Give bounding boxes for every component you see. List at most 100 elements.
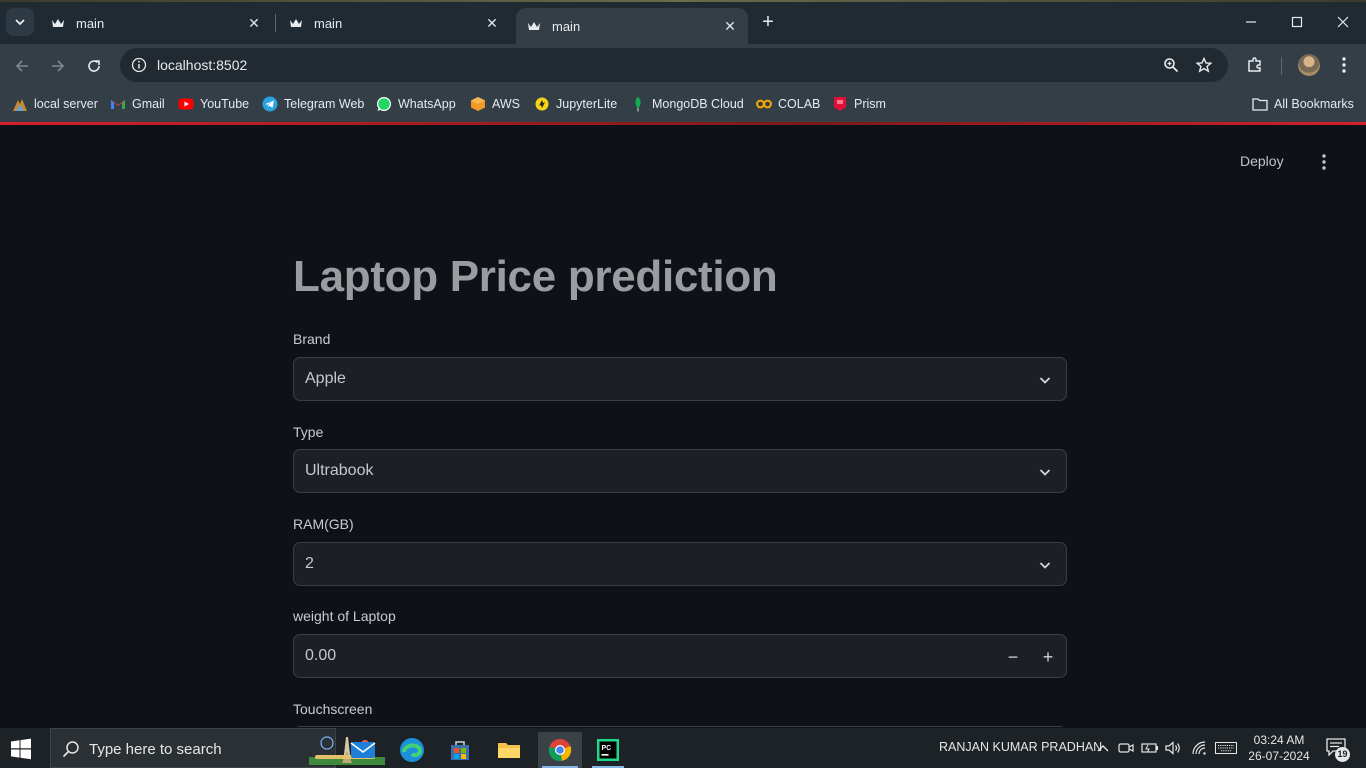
all-bookmarks-button[interactable]: All Bookmarks	[1252, 94, 1354, 114]
taskbar-pycharm-app[interactable]: PC	[588, 732, 628, 768]
store-icon	[451, 741, 469, 760]
taskbar-mail-app[interactable]	[343, 732, 383, 768]
bookmark-label: Gmail	[132, 97, 165, 111]
site-info-icon[interactable]	[128, 54, 150, 76]
svg-text:PC: PC	[602, 745, 612, 752]
bookmark-aws[interactable]: AWS	[470, 94, 520, 114]
reload-button[interactable]	[80, 52, 108, 80]
bookmark-label: AWS	[492, 97, 521, 111]
extensions-icon[interactable]	[1242, 52, 1268, 78]
bookmarks-bar: local server Gmail YouTube Telegram Web …	[0, 86, 1366, 122]
ram-value: 2	[305, 555, 314, 572]
touchscreen-label: Touchscreen	[293, 701, 373, 717]
brand-select[interactable]: Apple	[293, 357, 1067, 401]
close-tab-icon[interactable]: ✕	[244, 13, 264, 33]
bookmark-youtube[interactable]: YouTube	[178, 94, 249, 114]
bookmark-whatsapp[interactable]: WhatsApp	[376, 94, 456, 114]
taskbar-clock[interactable]: 03:24 AM 26-07-2024	[1244, 732, 1314, 764]
colab-icon	[756, 96, 772, 112]
chevron-down-icon	[1039, 469, 1051, 476]
type-select[interactable]: Ultrabook	[293, 449, 1067, 493]
prism-icon	[832, 96, 848, 112]
local-server-icon	[12, 96, 28, 112]
url-text: localhost:8502	[157, 57, 248, 73]
taskbar-chrome-app[interactable]	[538, 732, 582, 768]
show-hidden-icons-chevron-up-icon[interactable]	[1094, 739, 1112, 757]
youtube-icon	[178, 96, 194, 112]
close-icon	[1337, 16, 1349, 28]
bookmark-prism[interactable]: Prism	[832, 94, 886, 114]
type-label: Type	[293, 424, 324, 440]
bookmark-gmail[interactable]: Gmail	[110, 94, 165, 114]
decrement-button[interactable]: −	[1003, 647, 1023, 667]
taskbar-file-explorer-app[interactable]	[489, 732, 529, 768]
app-menu-icon[interactable]	[1313, 151, 1335, 173]
profile-avatar[interactable]	[1298, 54, 1320, 76]
bookmark-label: local server	[34, 97, 98, 111]
touchscreen-select[interactable]	[293, 726, 1067, 727]
maximize-button[interactable]	[1274, 8, 1320, 36]
search-icon	[62, 741, 79, 758]
taskbar-edge-app[interactable]	[392, 732, 432, 768]
taskbar-search[interactable]: Type here to search	[50, 728, 385, 768]
close-window-button[interactable]	[1320, 8, 1366, 36]
bookmark-local-server[interactable]: local server	[12, 94, 98, 114]
mongodb-icon	[630, 96, 646, 112]
battery-icon[interactable]	[1141, 739, 1159, 757]
new-tab-button[interactable]: +	[756, 10, 780, 34]
ram-select[interactable]: 2	[293, 542, 1067, 586]
volume-icon[interactable]	[1165, 739, 1183, 757]
minimize-icon	[1246, 21, 1256, 23]
deploy-button[interactable]: Deploy	[1240, 153, 1284, 169]
tab-3-active[interactable]: main ✕	[516, 8, 748, 44]
notification-count-badge: 19	[1335, 747, 1350, 762]
jupyterlite-icon	[534, 96, 550, 112]
bookmark-star-icon[interactable]	[1193, 54, 1215, 76]
forward-button[interactable]	[44, 52, 72, 80]
chevron-down-icon	[1039, 562, 1051, 569]
maximize-icon	[1291, 16, 1303, 28]
notification-center-button[interactable]: 19	[1326, 738, 1350, 762]
chrome-icon	[548, 739, 572, 762]
address-bar[interactable]: localhost:8502	[120, 48, 1228, 82]
weight-number-input[interactable]: 0.00 − +	[293, 634, 1067, 678]
taskbar-store-app[interactable]	[440, 732, 480, 768]
weight-value[interactable]: 0.00	[305, 647, 336, 665]
back-button[interactable]	[8, 52, 36, 80]
tab-search-button[interactable]	[6, 8, 34, 36]
tab-title: main	[552, 18, 581, 34]
zoom-icon[interactable]	[1160, 54, 1182, 76]
windows-taskbar: Type here to search PC RANJAN KUMAR PRAD…	[0, 728, 1366, 768]
streamlit-app: Deploy Laptop Price prediction Brand App…	[0, 125, 1366, 727]
minimize-button[interactable]	[1228, 8, 1274, 36]
bookmark-colab[interactable]: COLAB	[756, 94, 820, 114]
tab-2[interactable]: main ✕	[278, 8, 510, 38]
folder-icon	[1252, 96, 1268, 112]
telegram-icon	[262, 96, 278, 112]
bookmark-label: COLAB	[778, 97, 821, 111]
bookmark-telegram-web[interactable]: Telegram Web	[262, 94, 364, 114]
increment-button[interactable]: +	[1038, 647, 1058, 667]
keyboard-language-icon[interactable]	[1214, 739, 1238, 757]
aws-icon	[470, 96, 486, 112]
bookmark-jupyterlite[interactable]: JupyterLite	[534, 94, 617, 114]
wifi-icon[interactable]	[1191, 739, 1209, 757]
tab-strip: main ✕ main ✕ main ✕ +	[0, 0, 1366, 44]
streamlit-crown-icon	[50, 15, 66, 31]
close-tab-icon[interactable]: ✕	[482, 13, 502, 33]
meet-now-icon[interactable]	[1117, 739, 1135, 757]
bookmark-label: WhatsApp	[398, 97, 456, 111]
bookmark-label: MongoDB Cloud	[652, 97, 744, 111]
bookmark-mongodb-cloud[interactable]: MongoDB Cloud	[630, 94, 744, 114]
windows-start-icon[interactable]	[10, 738, 32, 760]
gmail-icon	[110, 96, 126, 112]
chrome-menu-icon[interactable]	[1331, 52, 1357, 78]
tab-title: main	[76, 15, 105, 31]
browser-toolbar: localhost:8502	[0, 44, 1366, 86]
bookmark-label: JupyterLite	[556, 97, 618, 111]
tab-1[interactable]: main ✕	[40, 8, 272, 38]
folder-icon	[498, 743, 520, 758]
brand-label: Brand	[293, 331, 331, 347]
bookmark-label: Prism	[854, 97, 886, 111]
close-tab-icon[interactable]: ✕	[720, 16, 740, 36]
